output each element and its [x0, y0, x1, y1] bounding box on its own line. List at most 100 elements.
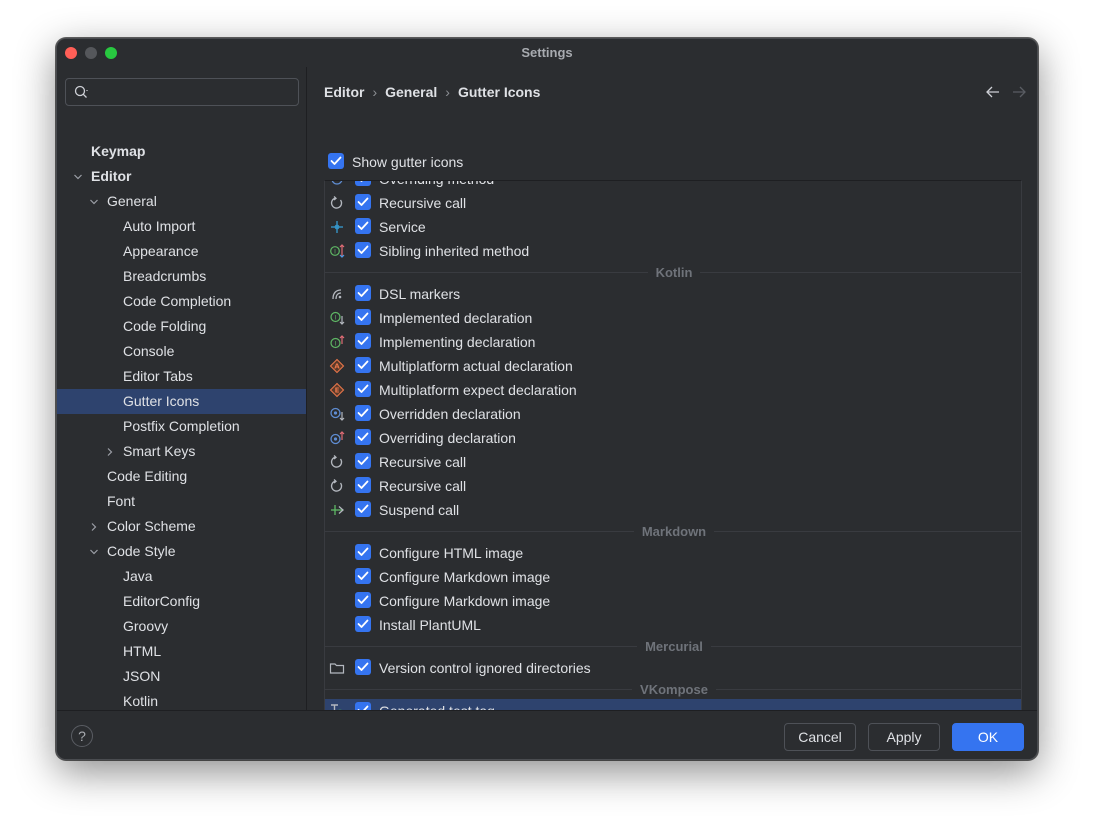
sidebar-item-code-style[interactable]: Code Style [57, 539, 306, 564]
sidebar-item-color-scheme[interactable]: Color Scheme [57, 514, 306, 539]
gutter-icon-label: Recursive call [379, 454, 467, 470]
gutter-icon-row[interactable]: Overridden declaration [325, 402, 1021, 426]
checkbox-checked[interactable] [355, 659, 371, 675]
sidebar-item-label: Breadcrumbs [123, 268, 207, 284]
forward-arrow-icon[interactable] [1011, 85, 1027, 99]
sidebar-item-auto-import[interactable]: Auto Import [57, 214, 306, 239]
checkbox-checked[interactable] [355, 592, 371, 608]
back-arrow-icon[interactable] [985, 85, 1001, 99]
checkbox-checked[interactable] [355, 501, 371, 517]
gutter-icon-label: Version control ignored directories [379, 660, 591, 676]
checkbox-checked[interactable] [355, 616, 371, 632]
sidebar-item-font[interactable]: Font [57, 489, 306, 514]
gutter-icon-row[interactable]: Configure Markdown image [325, 589, 1021, 613]
ok-button[interactable]: OK [952, 723, 1024, 751]
checkbox-checked[interactable] [355, 429, 371, 445]
sidebar-item-appearance[interactable]: Appearance [57, 239, 306, 264]
checkbox-checked[interactable] [355, 285, 371, 301]
checkbox-checked[interactable] [355, 405, 371, 421]
checkbox-checked[interactable] [355, 218, 371, 234]
show-gutter-icons-label: Show gutter icons [352, 154, 464, 170]
gutter-icon-row[interactable]: Overriding declaration [325, 426, 1021, 450]
sidebar-item-editor-tabs[interactable]: Editor Tabs [57, 364, 306, 389]
sidebar-item-label: Font [107, 493, 136, 509]
checkbox-checked[interactable] [355, 357, 371, 373]
gutter-icon-row[interactable]: Recursive call [325, 474, 1021, 498]
checkbox-checked[interactable] [355, 453, 371, 469]
recursive-call-icon [330, 196, 343, 209]
checkbox-checked[interactable] [355, 568, 371, 584]
breadcrumb-separator-icon: › [445, 84, 450, 100]
gutter-icon-row[interactable]: Version control ignored directories [325, 656, 1021, 680]
gutter-icon-row[interactable]: Service [325, 215, 1021, 239]
gutter-icon-label: Recursive call [379, 478, 467, 494]
gutter-icon-row[interactable]: Configure HTML image [325, 541, 1021, 565]
svg-text:I: I [335, 315, 337, 322]
settings-content: Editor › General › Gutter Icons Show gutter … [308, 67, 1037, 721]
checkbox-checked[interactable] [355, 477, 371, 493]
gutter-icon-label: Service [379, 219, 426, 235]
gutter-icon-label: Overriding method [379, 181, 494, 189]
gutter-icon-row[interactable]: Configure Markdown image [325, 565, 1021, 589]
sidebar-item-console[interactable]: Console [57, 339, 306, 364]
dialog-button-bar: ? Cancel Apply OK [57, 710, 1037, 759]
help-button[interactable]: ? [71, 725, 93, 747]
gutter-icon-row[interactable]: Suspend call [325, 498, 1021, 522]
sidebar-item-code-folding[interactable]: Code Folding [57, 314, 306, 339]
gutter-icon-row[interactable]: Install PlantUML [325, 613, 1021, 637]
sidebar-item-breadcrumbs[interactable]: Breadcrumbs [57, 264, 306, 289]
gutter-icon-row[interactable]: I Implementing declaration [325, 330, 1021, 354]
sidebar-item-code-editing[interactable]: Code Editing [57, 464, 306, 489]
sidebar-item-label: Smart Keys [123, 443, 196, 459]
checkbox-checked[interactable] [355, 544, 371, 560]
gutter-icon-row[interactable]: DSL markers [325, 282, 1021, 306]
sidebar-item-general[interactable]: General [57, 189, 306, 214]
sidebar-item-smart-keys[interactable]: Smart Keys [57, 439, 306, 464]
checkbox-checked[interactable] [355, 333, 371, 349]
sidebar-item-html[interactable]: HTML [57, 639, 306, 664]
gutter-icon-label: Overridden declaration [379, 406, 521, 422]
sidebar-item-keymap[interactable]: Keymap [57, 139, 306, 164]
section-separator: Kotlin [325, 263, 1021, 282]
gutter-icon-row[interactable]: I Implemented declaration [325, 306, 1021, 330]
sidebar-item-java[interactable]: Java [57, 564, 306, 589]
multiplatform-expect-icon: E [329, 382, 345, 398]
gutter-icon-row[interactable]: Recursive call [325, 191, 1021, 215]
chevron-down-icon[interactable] [89, 197, 99, 207]
breadcrumb-item-editor[interactable]: Editor [324, 82, 364, 102]
sidebar-item-kotlin[interactable]: Kotlin [57, 689, 306, 710]
gutter-icon-row[interactable]: E Multiplatform expect declaration [325, 378, 1021, 402]
sidebar-item-label: Keymap [91, 143, 146, 159]
sidebar-item-editorconfig[interactable]: EditorConfig [57, 589, 306, 614]
sidebar-item-postfix-completion[interactable]: Postfix Completion [57, 414, 306, 439]
settings-search-input[interactable] [65, 78, 299, 106]
cancel-button[interactable]: Cancel [784, 723, 856, 751]
checkbox-checked[interactable] [355, 194, 371, 210]
checkbox-checked[interactable] [355, 242, 371, 258]
checkbox-checked[interactable] [328, 153, 344, 169]
sidebar-item-label: Java [123, 568, 153, 584]
sidebar-item-groovy[interactable]: Groovy [57, 614, 306, 639]
checkbox-checked[interactable] [355, 181, 371, 186]
checkbox-checked[interactable] [355, 309, 371, 325]
gutter-icon-label: Multiplatform expect declaration [379, 382, 577, 398]
section-title: Mercurial [637, 639, 711, 654]
sibling-inherited-icon: I [330, 244, 345, 258]
section-title: Markdown [633, 524, 715, 539]
gutter-icon-row[interactable]: Recursive call [325, 450, 1021, 474]
breadcrumb-item-general[interactable]: General [385, 82, 437, 102]
sidebar-item-gutter-icons[interactable]: Gutter Icons [57, 389, 306, 414]
apply-button[interactable]: Apply [868, 723, 940, 751]
chevron-right-icon[interactable] [89, 522, 99, 532]
gutter-icon-row[interactable]: A Multiplatform actual declaration [325, 354, 1021, 378]
chevron-right-icon[interactable] [105, 447, 115, 457]
chevron-down-icon[interactable] [89, 547, 99, 557]
sidebar-item-json[interactable]: JSON [57, 664, 306, 689]
sidebar-item-editor[interactable]: Editor [57, 164, 306, 189]
chevron-down-icon[interactable] [73, 172, 83, 182]
gutter-icon-row[interactable]: Overriding method [325, 181, 1021, 191]
multiplatform-actual-icon: A [329, 358, 345, 374]
sidebar-item-code-completion[interactable]: Code Completion [57, 289, 306, 314]
checkbox-checked[interactable] [355, 381, 371, 397]
gutter-icon-row[interactable]: I Sibling inherited method [325, 239, 1021, 263]
